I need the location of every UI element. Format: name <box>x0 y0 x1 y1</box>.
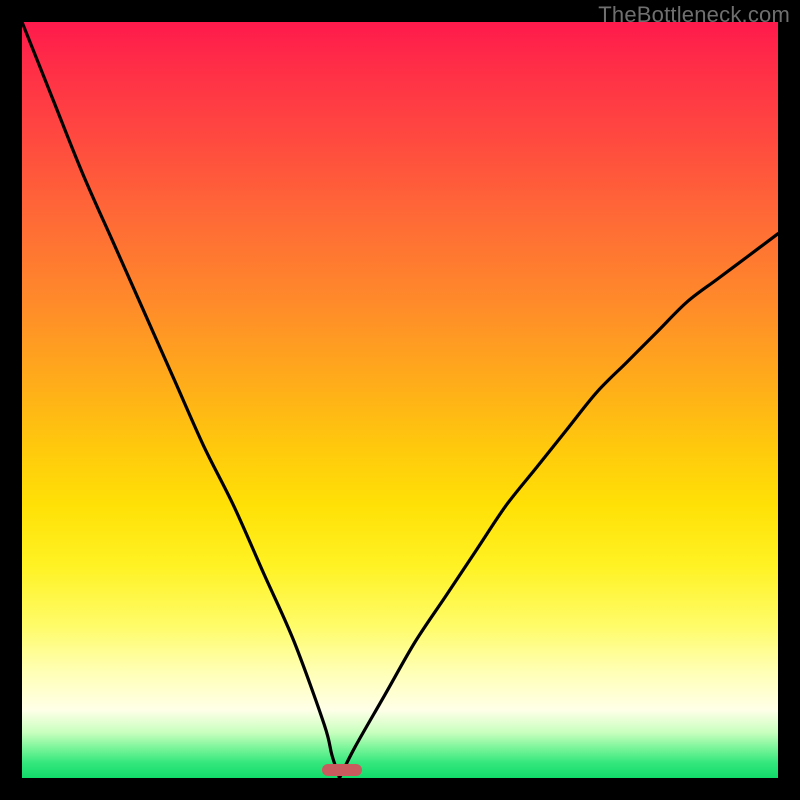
curve-right <box>340 234 779 778</box>
optimum-marker <box>322 764 362 776</box>
watermark-text: TheBottleneck.com <box>598 2 790 28</box>
curve-left <box>22 22 340 778</box>
plot-frame <box>22 22 778 778</box>
curve-layer <box>22 22 778 778</box>
